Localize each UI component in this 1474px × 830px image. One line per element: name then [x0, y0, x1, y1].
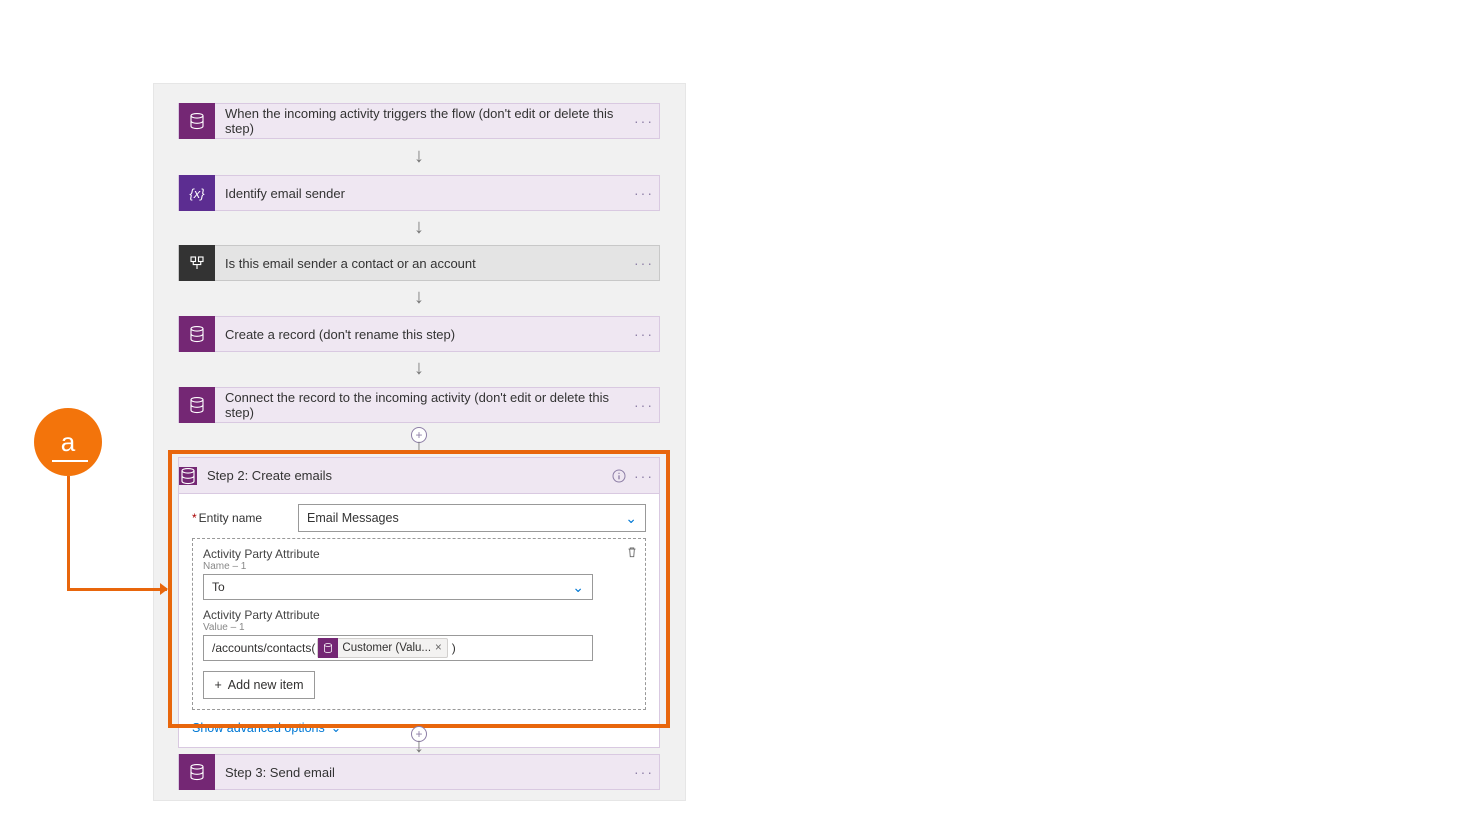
ap-name-label: Activity Party Attribute	[203, 547, 635, 561]
add-item-label: Add new item	[228, 678, 304, 692]
plus-icon: +	[214, 678, 221, 692]
remove-token-icon[interactable]: ×	[435, 642, 442, 654]
ap-name-value: To	[212, 580, 225, 594]
step-trigger[interactable]: When the incoming activity triggers the …	[178, 103, 660, 139]
database-icon	[179, 754, 215, 790]
arrow-down-icon: ↓	[414, 358, 424, 378]
annotation-badge: a	[34, 408, 102, 476]
show-advanced-link[interactable]: Show advanced options ⌄	[192, 720, 341, 735]
step-identify-sender[interactable]: {x} Identify email sender ···	[178, 175, 660, 211]
more-icon[interactable]: ···	[629, 255, 659, 271]
token-label: Customer (Valu...	[342, 642, 431, 654]
arrow-down-icon: ↓	[414, 146, 424, 166]
card-header[interactable]: Step 2: Create emails ···	[179, 458, 659, 494]
step-title: Step 3: Send email	[215, 765, 629, 780]
step-title: Step 2: Create emails	[197, 468, 611, 483]
step-condition[interactable]: Is this email sender a contact or an acc…	[178, 245, 660, 281]
ap-value-label: Activity Party Attribute	[203, 608, 635, 622]
chevron-down-icon: ⌄	[331, 720, 341, 735]
activity-party-block: Activity Party Attribute Name – 1 To ⌄ A…	[192, 538, 646, 710]
dynamic-token[interactable]: Customer (Valu... ×	[317, 638, 447, 658]
step-send-email[interactable]: Step 3: Send email ···	[178, 754, 660, 790]
more-icon[interactable]: ···	[629, 397, 659, 413]
ap-value-prefix: /accounts/contacts(	[212, 641, 315, 655]
arrow-down-icon: ↓	[414, 437, 424, 457]
annotation-arrowhead	[160, 583, 168, 595]
annotation-connector-v	[67, 476, 70, 591]
entity-name-value: Email Messages	[307, 511, 399, 525]
ap-value-input[interactable]: /accounts/contacts( Customer (Valu... × …	[203, 635, 593, 661]
step-title: When the incoming activity triggers the …	[215, 106, 629, 136]
token-database-icon	[318, 638, 338, 658]
arrow-down-icon: ↓	[414, 217, 424, 237]
step-title: Identify email sender	[215, 186, 629, 201]
more-icon[interactable]: ···	[629, 113, 659, 129]
ap-value-suffix: )	[452, 641, 456, 655]
database-icon	[179, 316, 215, 352]
step-title: Create a record (don't rename this step)	[215, 327, 629, 342]
more-icon[interactable]: ···	[629, 468, 659, 484]
annotation-label: a	[61, 427, 75, 458]
database-icon	[179, 387, 215, 423]
annotation-connector-h	[67, 588, 167, 591]
variable-icon: {x}	[179, 175, 215, 211]
show-advanced-label: Show advanced options	[192, 721, 325, 735]
chevron-down-icon: ⌄	[625, 510, 637, 527]
step-connect-record[interactable]: Connect the record to the incoming activ…	[178, 387, 660, 423]
database-icon	[179, 103, 215, 139]
info-icon[interactable]	[611, 468, 629, 484]
arrow-down-icon: ↓	[414, 287, 424, 307]
ap-value-sublabel: Value – 1	[203, 622, 635, 633]
annotation-underline	[52, 460, 88, 462]
ap-name-select[interactable]: To ⌄	[203, 574, 593, 600]
more-icon[interactable]: ···	[629, 185, 659, 201]
entity-name-select[interactable]: Email Messages ⌄	[298, 504, 646, 532]
ap-name-sublabel: Name – 1	[203, 561, 635, 572]
database-icon	[179, 467, 197, 485]
entity-name-label: *Entity name	[192, 511, 288, 525]
step-create-record[interactable]: Create a record (don't rename this step)…	[178, 316, 660, 352]
add-new-item-button[interactable]: + Add new item	[203, 671, 315, 699]
step-create-emails-card: Step 2: Create emails ··· *Entity name E…	[178, 457, 660, 748]
more-icon[interactable]: ···	[629, 764, 659, 780]
delete-icon[interactable]	[625, 545, 639, 559]
step-title: Connect the record to the incoming activ…	[215, 390, 629, 420]
chevron-down-icon: ⌄	[572, 579, 584, 596]
step-title: Is this email sender a contact or an acc…	[215, 256, 629, 271]
arrow-down-icon: ↓	[414, 736, 424, 756]
condition-icon	[179, 245, 215, 281]
more-icon[interactable]: ···	[629, 326, 659, 342]
